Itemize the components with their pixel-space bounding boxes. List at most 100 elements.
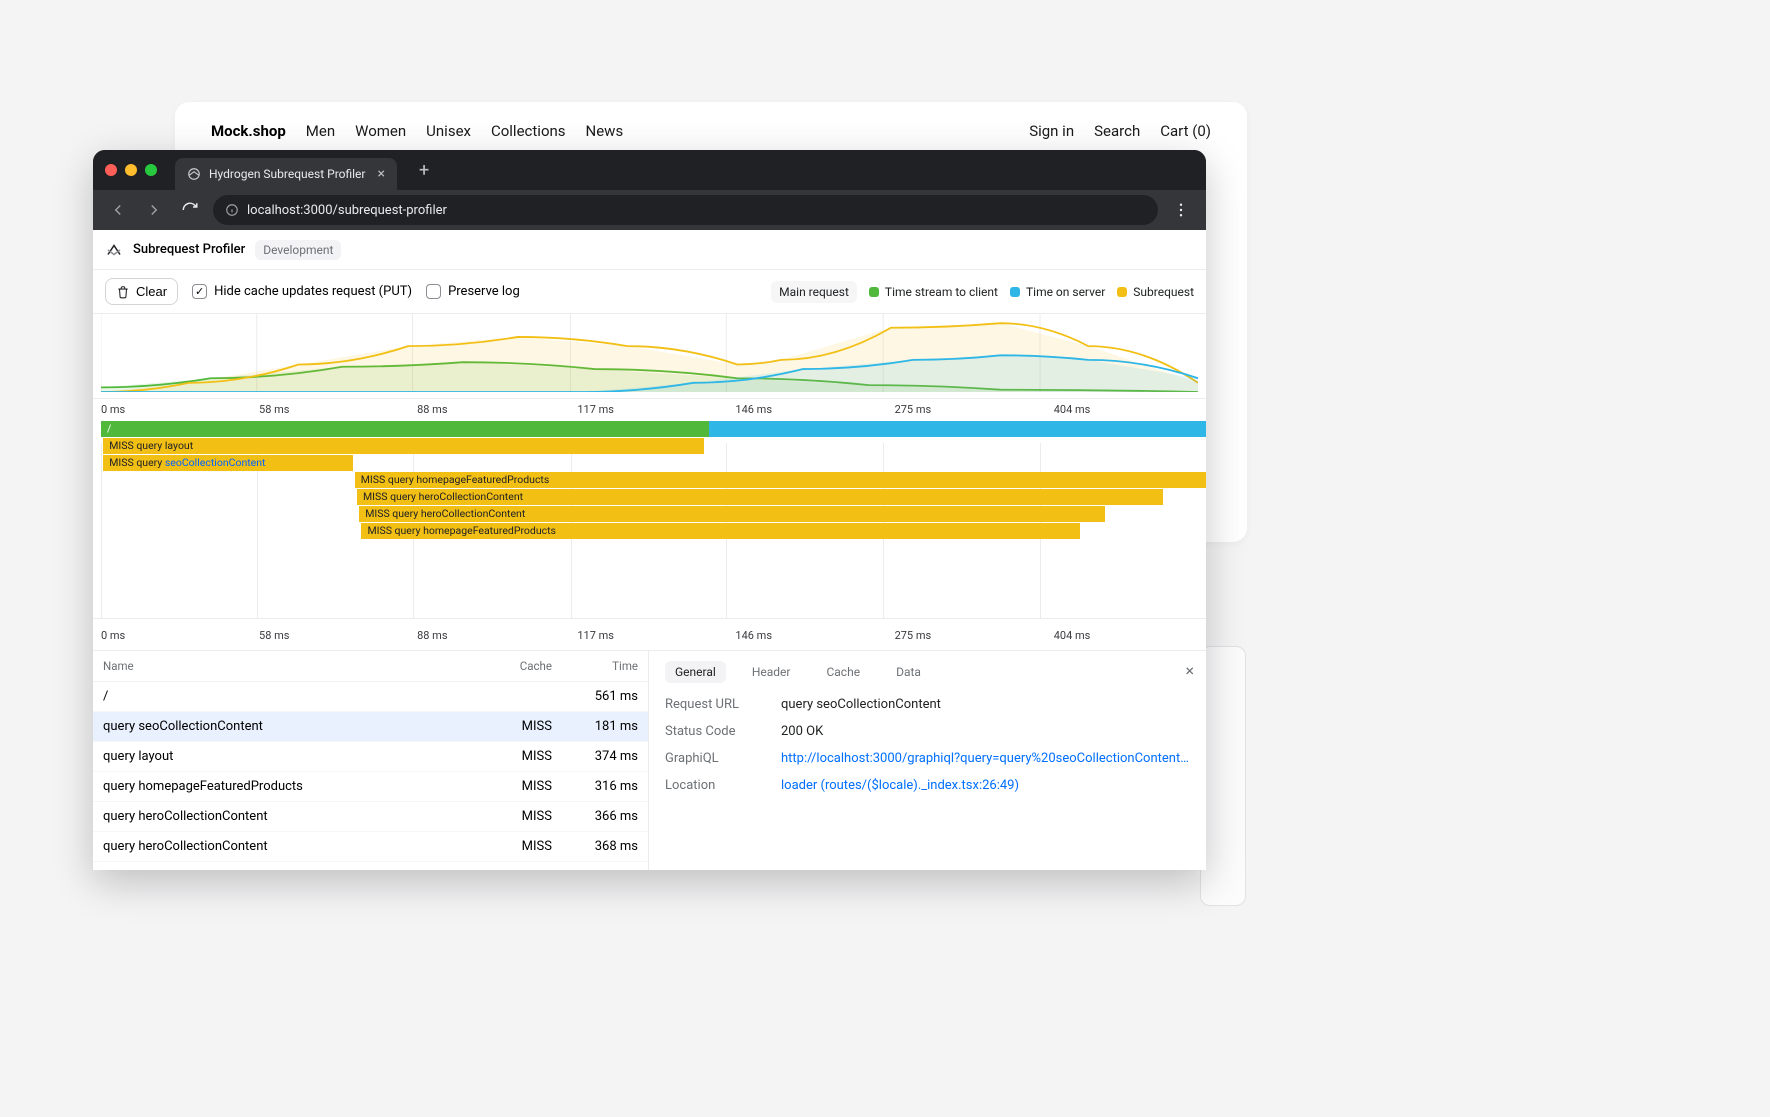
hide-put-checkbox[interactable]: Hide cache updates request (PUT): [192, 284, 412, 299]
axis-tick: 146 ms: [735, 629, 772, 642]
axis-tick: 146 ms: [735, 403, 772, 416]
cell-cache: MISS: [482, 809, 552, 824]
clear-label: Clear: [136, 284, 167, 299]
label-location: Location: [665, 778, 771, 793]
axis-tick: 275 ms: [895, 403, 932, 416]
checkbox-icon: [426, 284, 441, 299]
waterfall-bar[interactable]: MISS query heroCollectionContent: [359, 506, 1105, 522]
axis-tick: 88 ms: [417, 403, 447, 416]
detail-tabs: General Header Cache Data: [665, 661, 1190, 683]
detail-tab-header[interactable]: Header: [742, 661, 801, 683]
cell-name: /: [103, 689, 482, 704]
table-row[interactable]: query homepageFeaturedCollectionsMISS380…: [93, 862, 648, 870]
cell-cache: MISS: [482, 749, 552, 764]
axis-tick: 88 ms: [417, 629, 447, 642]
forward-button[interactable]: [141, 197, 167, 223]
detail-tab-general[interactable]: General: [665, 661, 726, 683]
detail-tab-data[interactable]: Data: [886, 661, 931, 683]
waterfall-bar[interactable]: MISS query seoCollectionContent: [103, 455, 352, 471]
browser-tab[interactable]: Hydrogen Subrequest Profiler ×: [175, 158, 397, 190]
controls-row: Clear Hide cache updates request (PUT) P…: [93, 270, 1206, 314]
col-time: Time: [552, 659, 638, 673]
hide-put-label: Hide cache updates request (PUT): [214, 284, 412, 299]
axis-tick: 117 ms: [577, 403, 614, 416]
table-row[interactable]: query homepageFeaturedProductsMISS316 ms: [93, 772, 648, 802]
new-tab-button[interactable]: +: [409, 160, 439, 181]
backdrop-nav-item[interactable]: News: [586, 122, 624, 140]
clear-button[interactable]: Clear: [105, 278, 178, 305]
axis-top: 0 ms58 ms88 ms117 ms146 ms275 ms404 ms: [93, 399, 1206, 421]
col-name: Name: [103, 659, 482, 673]
preserve-log-checkbox[interactable]: Preserve log: [426, 284, 520, 299]
zoom-window-icon[interactable]: [145, 164, 157, 176]
detail-tab-cache[interactable]: Cache: [816, 661, 870, 683]
link-location[interactable]: loader (routes/($locale)._index.tsx:26:4…: [781, 778, 1190, 793]
backdrop-nav-item[interactable]: Women: [355, 122, 406, 140]
legend-main-request: Main request: [771, 281, 857, 303]
axis-tick: 0 ms: [101, 403, 125, 416]
backdrop-nav-item[interactable]: Unisex: [426, 122, 471, 140]
waterfall: /MISS query layoutMISS query seoCollecti…: [93, 421, 1206, 619]
cell-cache: MISS: [482, 779, 552, 794]
waterfall-bar[interactable]: MISS query layout: [103, 438, 704, 454]
waterfall-bar[interactable]: MISS query heroCollectionContent: [357, 489, 1163, 505]
cell-time: 380 ms: [552, 869, 638, 870]
label-status: Status Code: [665, 724, 771, 739]
table-row[interactable]: query layoutMISS374 ms: [93, 742, 648, 772]
legend: Main request Time stream to client Time …: [771, 281, 1194, 303]
axis-tick: 404 ms: [1054, 629, 1091, 642]
waterfall-bar[interactable]: [709, 421, 1206, 437]
waterfall-bar[interactable]: MISS query homepageFeaturedProducts: [355, 472, 1206, 488]
backdrop-nav-item[interactable]: Men: [306, 122, 335, 140]
cell-time: 374 ms: [552, 749, 638, 764]
minimize-window-icon[interactable]: [125, 164, 137, 176]
cell-time: 366 ms: [552, 809, 638, 824]
waterfall-bar[interactable]: MISS query homepageFeaturedProducts: [361, 523, 1080, 539]
trash-icon: [116, 285, 130, 299]
axis-tick: 404 ms: [1054, 403, 1091, 416]
profiler-header: Subrequest Profiler Development: [93, 230, 1206, 270]
profiler-logo-icon: [105, 241, 123, 259]
table-row[interactable]: query seoCollectionContentMISS181 ms: [93, 712, 648, 742]
backdrop-nav-item[interactable]: Collections: [491, 122, 566, 140]
address-url: localhost:3000/subrequest-profiler: [247, 203, 447, 218]
waterfall-bar[interactable]: /: [101, 421, 709, 437]
close-window-icon[interactable]: [105, 164, 117, 176]
table-row[interactable]: /561 ms: [93, 682, 648, 712]
cell-name: query heroCollectionContent: [103, 809, 482, 824]
address-bar[interactable]: localhost:3000/subrequest-profiler: [213, 195, 1158, 225]
cell-time: 316 ms: [552, 779, 638, 794]
browser-menu-icon[interactable]: [1168, 197, 1194, 223]
value-status: 200 OK: [781, 724, 1190, 739]
cell-time: 181 ms: [552, 719, 638, 734]
axis-tick: 0 ms: [101, 629, 125, 642]
env-badge: Development: [255, 240, 341, 260]
axis-tick: 275 ms: [895, 629, 932, 642]
cell-cache: MISS: [482, 869, 552, 870]
backdrop-logo[interactable]: Mock.shop: [211, 122, 286, 140]
site-info-icon[interactable]: [225, 203, 239, 217]
browser-window: Hydrogen Subrequest Profiler × + localho…: [93, 150, 1206, 870]
preserve-log-label: Preserve log: [448, 284, 520, 299]
backdrop-action[interactable]: Cart (0): [1160, 122, 1211, 140]
reload-button[interactable]: [177, 197, 203, 223]
table-row[interactable]: query heroCollectionContentMISS368 ms: [93, 832, 648, 862]
close-tab-icon[interactable]: ×: [377, 166, 384, 182]
axis-tick: 58 ms: [259, 629, 289, 642]
profiler-title: Subrequest Profiler: [133, 242, 245, 257]
col-cache: Cache: [482, 659, 552, 673]
request-table: Name Cache Time /561 msquery seoCollecti…: [93, 651, 649, 870]
backdrop-action[interactable]: Sign in: [1029, 122, 1074, 140]
label-request-url: Request URL: [665, 697, 771, 712]
link-graphiql[interactable]: http://localhost:3000/graphiql?query=que…: [781, 751, 1190, 766]
table-row[interactable]: query heroCollectionContentMISS366 ms: [93, 802, 648, 832]
close-icon[interactable]: ×: [1185, 661, 1194, 680]
axis-bottom: 0 ms58 ms88 ms117 ms146 ms275 ms404 ms: [93, 625, 1206, 651]
tab-title: Hydrogen Subrequest Profiler: [209, 167, 365, 181]
legend-subrequest: Subrequest: [1117, 285, 1194, 299]
browser-titlebar: Hydrogen Subrequest Profiler × +: [93, 150, 1206, 190]
back-button[interactable]: [105, 197, 131, 223]
cell-time: 368 ms: [552, 839, 638, 854]
checkbox-icon: [192, 284, 207, 299]
backdrop-action[interactable]: Search: [1094, 122, 1140, 140]
